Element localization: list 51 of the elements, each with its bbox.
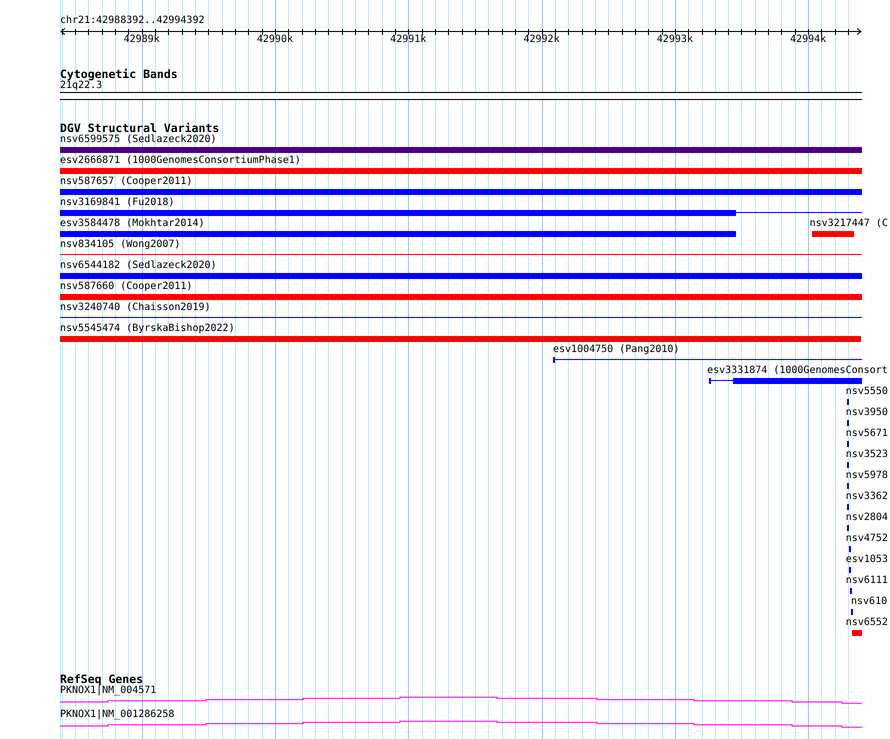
location-label: chr21:42988392..42994392: [60, 15, 204, 27]
variant-bar[interactable]: [60, 336, 861, 342]
variant-bar[interactable]: [60, 168, 862, 174]
variant-label: nsv3169841 (Fu2018): [60, 197, 174, 209]
variant-label: esv2666871 (1000GenomesConsortiumPhase1): [60, 155, 301, 167]
variant-label: nsv5978: [846, 470, 888, 482]
track-title[interactable]: DGV Structural Variants: [60, 122, 220, 135]
variant-label: nsv3240740 (Chaisson2019): [60, 302, 211, 314]
variant-label: nsv6111: [846, 575, 888, 587]
variant-label: nsv6544182 (Sedlazeck2020): [60, 260, 217, 272]
ruler-tick-label: 42990k: [256, 34, 294, 46]
ruler-tick-label: 42992k: [522, 34, 561, 46]
variant-bar[interactable]: [60, 147, 862, 153]
variant-label: esv1004750 (Pang2010): [553, 344, 680, 356]
ruler-tick-label: 42991k: [389, 34, 428, 46]
variant-label: nsv3362: [846, 491, 888, 503]
variant-label: esv3584478 (Mokhtar2014): [60, 218, 204, 230]
gene-line[interactable]: [60, 720, 862, 728]
gene-line[interactable]: [60, 696, 862, 704]
variant-bar[interactable]: [60, 189, 862, 195]
band-label: 21q22.3: [60, 80, 102, 92]
variant-label: nsv6599575 (Sedlazeck2020): [60, 134, 217, 146]
ruler-tick-label: 42994k: [789, 34, 828, 46]
variant-bar[interactable]: [60, 294, 862, 300]
variant-bar[interactable]: [812, 231, 854, 237]
ruler-tick-label: 42989k: [122, 34, 161, 46]
variant-label: nsv3217447 (C: [810, 218, 888, 230]
variant-label: esv1053: [846, 554, 888, 566]
variant-label: nsv3950: [846, 407, 888, 419]
ruler-tick-label: 42993k: [656, 34, 694, 46]
track-title[interactable]: Cytogenetic Bands: [60, 68, 178, 81]
variant-label: nsv587660 (Cooper2011): [60, 281, 192, 293]
variant-bar[interactable]: [852, 630, 862, 636]
gene-label: PKNOX1|NM_001286258: [60, 709, 174, 721]
track-title[interactable]: RefSeq Genes: [60, 673, 144, 686]
variant-bar[interactable]: [60, 231, 736, 237]
variant-label: nsv5545474 (ByrskaBishop2022): [60, 323, 235, 335]
variant-bar[interactable]: [733, 378, 862, 384]
variant-label: nsv3523: [846, 449, 888, 461]
variant-label: nsv2804: [846, 512, 888, 524]
variant-label: esv3331874 (1000GenomesConsort: [707, 365, 888, 377]
variant-label: nsv4752: [846, 533, 888, 545]
variant-label: nsv610: [851, 596, 888, 608]
variant-label: nsv5671: [846, 428, 888, 440]
variant-bar[interactable]: [60, 273, 862, 279]
gene-label: PKNOX1|NM_004571: [60, 685, 156, 697]
variant-label: nsv5550: [846, 386, 888, 398]
variant-label: nsv587657 (Cooper2011): [60, 176, 192, 188]
variant-label: nsv6552: [846, 617, 888, 629]
variant-label: nsv834105 (Wong2007): [60, 239, 180, 251]
variant-bar[interactable]: [60, 210, 736, 216]
